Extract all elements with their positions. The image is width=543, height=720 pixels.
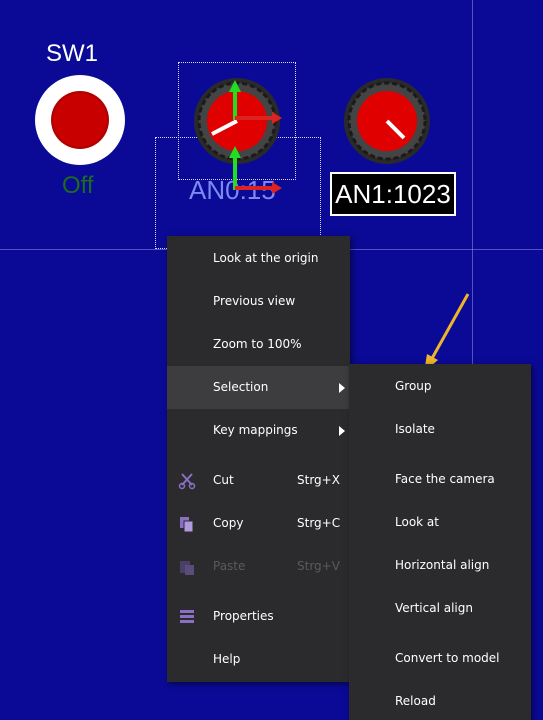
push-button-switch[interactable] <box>34 74 126 166</box>
menu-item-copy[interactable]: Copy Strg+C <box>167 502 350 545</box>
menu-item-shortcut: Strg+C <box>297 516 341 530</box>
properties-icon <box>180 610 194 623</box>
submenu-item-face-camera[interactable]: Face the camera <box>349 458 531 501</box>
menu-item-properties[interactable]: Properties <box>167 595 350 638</box>
menu-item-cut[interactable]: Cut Strg+X <box>167 459 350 502</box>
menu-item-label: Convert to model <box>395 651 500 665</box>
menu-item-selection[interactable]: Selection <box>167 366 350 409</box>
menu-item-help[interactable]: Help <box>167 638 350 681</box>
context-menu: Look at the origin Previous view Zoom to… <box>167 236 350 682</box>
submenu-item-isolate[interactable]: Isolate <box>349 408 531 451</box>
rotary-knob-an1[interactable] <box>342 76 432 166</box>
submenu-arrow-icon <box>339 426 345 436</box>
menu-item-look-at-origin[interactable]: Look at the origin <box>167 237 350 280</box>
menu-item-label: Face the camera <box>395 472 495 486</box>
menu-item-label: Zoom to 100% <box>213 337 302 351</box>
menu-item-label: Paste <box>213 559 246 573</box>
menu-item-label: Look at <box>395 515 439 529</box>
menu-item-label: Key mappings <box>213 423 298 437</box>
menu-item-label: Group <box>395 379 432 393</box>
menu-item-shortcut: Strg+X <box>297 473 340 487</box>
menu-item-label: Vertical align <box>395 601 473 615</box>
paste-icon <box>180 561 194 575</box>
menu-item-label: Copy <box>213 516 244 530</box>
menu-item-label: Look at the origin <box>213 251 319 265</box>
menu-item-label: Horizontal align <box>395 558 490 572</box>
menu-item-paste[interactable]: Paste Strg+V <box>167 545 350 588</box>
submenu-item-horizontal-align[interactable]: Horizontal align <box>349 544 531 587</box>
submenu-item-group[interactable]: Group <box>349 365 531 408</box>
selection-submenu: Group Isolate Face the camera Look at Ho… <box>349 364 531 720</box>
menu-item-label: Previous view <box>213 294 296 308</box>
switch-title: SW1 <box>46 40 99 67</box>
scissors-icon <box>178 473 196 490</box>
knob1-value-label: AN1:1023 <box>330 172 456 216</box>
switch-state: Off <box>62 172 94 199</box>
menu-item-label: Selection <box>213 380 269 394</box>
annotation-arrow <box>424 293 470 372</box>
menu-item-label: Properties <box>213 609 274 623</box>
submenu-item-vertical-align[interactable]: Vertical align <box>349 587 531 630</box>
menu-item-label: Help <box>213 652 241 666</box>
submenu-arrow-icon <box>339 383 345 393</box>
menu-item-previous-view[interactable]: Previous view <box>167 280 350 323</box>
menu-item-key-mappings[interactable]: Key mappings <box>167 409 350 452</box>
menu-item-label: Isolate <box>395 422 435 436</box>
menu-item-shortcut: Strg+V <box>297 559 340 573</box>
copy-icon <box>180 517 194 533</box>
menu-item-label: Cut <box>213 473 234 487</box>
menu-item-zoom-100[interactable]: Zoom to 100% <box>167 323 350 366</box>
submenu-item-look-at[interactable]: Look at <box>349 501 531 544</box>
submenu-item-convert-to-model[interactable]: Convert to model <box>349 637 531 680</box>
transform-gizmo[interactable] <box>222 72 292 200</box>
menu-item-label: Reload <box>395 694 436 708</box>
submenu-item-reload[interactable]: Reload <box>349 680 531 720</box>
